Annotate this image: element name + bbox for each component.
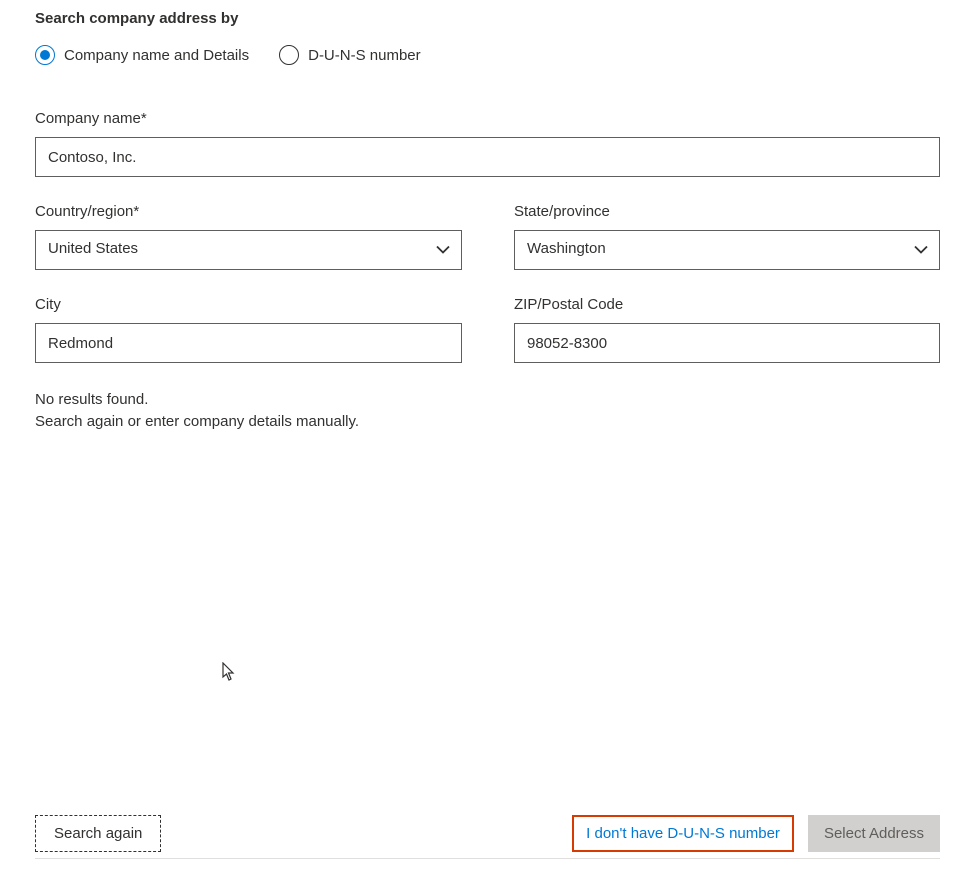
select-address-button[interactable]: Select Address bbox=[808, 815, 940, 852]
status-line-2: Search again or enter company details ma… bbox=[35, 411, 940, 433]
radio-duns-number[interactable]: D-U-N-S number bbox=[279, 45, 421, 65]
cursor-icon bbox=[222, 662, 238, 685]
city-input[interactable] bbox=[35, 323, 462, 363]
radio-label: Company name and Details bbox=[64, 47, 249, 64]
form-grid: Company name* Country/region* United Sta… bbox=[35, 110, 940, 363]
search-again-button[interactable]: Search again bbox=[35, 815, 161, 852]
company-name-input[interactable] bbox=[35, 137, 940, 177]
status-message: No results found. Search again or enter … bbox=[35, 389, 940, 433]
footer-bar: Search again I don't have D-U-N-S number… bbox=[35, 815, 940, 859]
field-state: State/province Washington bbox=[514, 203, 940, 270]
state-select[interactable]: Washington bbox=[514, 230, 940, 270]
country-select-wrap: United States bbox=[35, 230, 462, 270]
city-label: City bbox=[35, 296, 462, 313]
country-select[interactable]: United States bbox=[35, 230, 462, 270]
radio-label: D-U-N-S number bbox=[308, 47, 421, 64]
field-country: Country/region* United States bbox=[35, 203, 462, 270]
field-zip: ZIP/Postal Code bbox=[514, 296, 940, 363]
status-line-1: No results found. bbox=[35, 389, 940, 411]
state-select-wrap: Washington bbox=[514, 230, 940, 270]
radio-company-name-details[interactable]: Company name and Details bbox=[35, 45, 249, 65]
zip-label: ZIP/Postal Code bbox=[514, 296, 940, 313]
country-label: Country/region* bbox=[35, 203, 462, 220]
field-company-name: Company name* bbox=[35, 110, 940, 177]
no-duns-link[interactable]: I don't have D-U-N-S number bbox=[572, 815, 794, 852]
company-name-label: Company name* bbox=[35, 110, 940, 127]
field-city: City bbox=[35, 296, 462, 363]
footer-left: Search again bbox=[35, 815, 161, 852]
zip-input[interactable] bbox=[514, 323, 940, 363]
section-heading: Search company address by bbox=[35, 10, 940, 27]
footer-right: I don't have D-U-N-S number Select Addre… bbox=[572, 815, 940, 852]
search-by-radio-group: Company name and Details D-U-N-S number bbox=[35, 45, 940, 65]
state-label: State/province bbox=[514, 203, 940, 220]
radio-selected-icon bbox=[35, 45, 55, 65]
radio-unselected-icon bbox=[279, 45, 299, 65]
